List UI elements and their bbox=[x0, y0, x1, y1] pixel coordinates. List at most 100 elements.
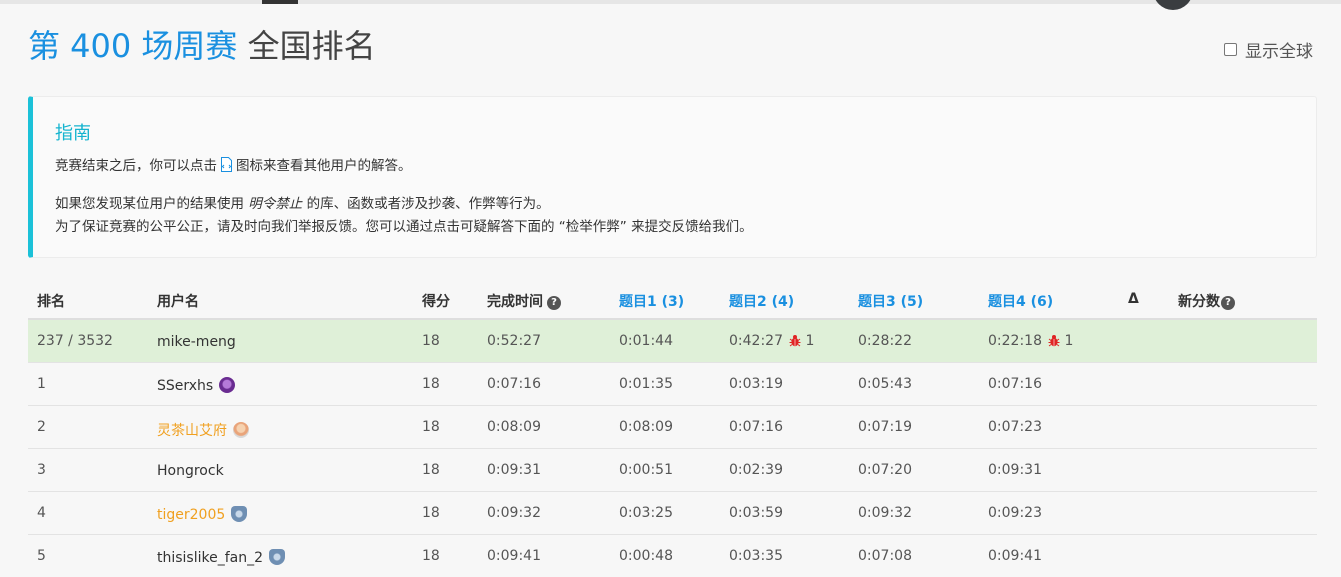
header-q2[interactable]: 题目2 (4) bbox=[729, 291, 794, 311]
finish-time-cell: 0:08:09 bbox=[487, 419, 541, 435]
header-finish-time-label: 完成时间 bbox=[487, 294, 543, 310]
header-new-rating: 新分数? bbox=[1178, 291, 1235, 311]
header-q3[interactable]: 题目3 (5) bbox=[858, 291, 923, 311]
guide-line-1: 竞赛结束之后，你可以点击 图标来查看其他用户的解答。 bbox=[55, 154, 412, 174]
q1-time-cell[interactable]: 0:01:44 bbox=[619, 333, 673, 349]
q4-time-cell[interactable]: 0:09:41 bbox=[988, 548, 1042, 564]
q4-time-cell[interactable]: 0:22:18 1 bbox=[988, 333, 1073, 349]
guide-title: 指南 bbox=[55, 123, 91, 144]
score-cell: 18 bbox=[422, 548, 440, 564]
knight-badge-icon bbox=[231, 506, 248, 522]
show-global-toggle[interactable]: 显示全球 bbox=[1224, 37, 1313, 62]
q3-time-cell[interactable]: 0:09:32 bbox=[858, 505, 912, 521]
ranking-table: 排名 用户名 得分 完成时间? 题目1 (3) 题目2 (4) 题目3 (5) … bbox=[28, 278, 1317, 577]
q3-time-cell[interactable]: 0:07:19 bbox=[858, 419, 912, 435]
q2-time-cell[interactable]: 0:03:19 bbox=[729, 376, 783, 392]
q1-time-cell[interactable]: 0:08:09 bbox=[619, 419, 673, 435]
q4-time: 0:22:18 bbox=[988, 333, 1042, 349]
q1-time-cell[interactable]: 0:01:35 bbox=[619, 376, 673, 392]
finish-time-cell: 0:07:16 bbox=[487, 376, 541, 392]
top-nav-strip bbox=[0, 0, 1341, 4]
table-header: 排名 用户名 得分 完成时间? 题目1 (3) 题目2 (4) 题目3 (5) … bbox=[28, 278, 1317, 320]
finish-time-cell: 0:52:27 bbox=[487, 333, 541, 349]
score-cell: 18 bbox=[422, 505, 440, 521]
q3-time-cell[interactable]: 0:07:20 bbox=[858, 462, 912, 478]
guide-line-2: 如果您发现某位用户的结果使用 明令禁止 的库、函数或者涉及抄袭、作弊等行为。 bbox=[55, 192, 550, 212]
username-link[interactable]: 灵茶山艾府 bbox=[157, 423, 227, 439]
q2-penalty-count: 1 bbox=[805, 333, 815, 349]
bug-icon bbox=[1048, 335, 1060, 347]
table-row: 5 thisislike_fan_2 18 0:09:41 0:00:48 0:… bbox=[28, 535, 1317, 577]
username-cell: thisislike_fan_2 bbox=[157, 549, 286, 566]
q2-time-cell[interactable]: 0:03:59 bbox=[729, 505, 783, 521]
q4-time-cell[interactable]: 0:09:23 bbox=[988, 505, 1042, 521]
score-cell: 18 bbox=[422, 419, 440, 435]
username-link[interactable]: SSerxhs bbox=[157, 378, 213, 394]
username-link[interactable]: Hongrock bbox=[157, 463, 224, 479]
q1-time-cell[interactable]: 0:00:51 bbox=[619, 462, 673, 478]
guardian-badge-icon bbox=[219, 377, 236, 393]
q4-penalty-count: 1 bbox=[1064, 333, 1074, 349]
help-icon[interactable]: ? bbox=[547, 296, 561, 310]
q2-time: 0:42:27 bbox=[729, 333, 783, 349]
q2-time-cell[interactable]: 0:02:39 bbox=[729, 462, 783, 478]
username-cell: SSerxhs bbox=[157, 377, 236, 394]
bug-icon bbox=[789, 335, 801, 347]
guide-line-2-end: 的库、函数或者涉及抄袭、作弊等行为。 bbox=[306, 196, 550, 212]
q1-time-cell[interactable]: 0:03:25 bbox=[619, 505, 673, 521]
finish-time-cell: 0:09:31 bbox=[487, 462, 541, 478]
header-rank: 排名 bbox=[37, 294, 65, 310]
page-title: 第 400 场周赛 全国排名 bbox=[28, 24, 376, 68]
table-row: 4 tiger2005 18 0:09:32 0:03:25 0:03:59 0… bbox=[28, 492, 1317, 535]
table-row: 2 灵茶山艾府 18 0:08:09 0:08:09 0:07:16 0:07:… bbox=[28, 406, 1317, 449]
help-icon[interactable]: ? bbox=[1221, 296, 1235, 310]
username-cell: tiger2005 bbox=[157, 506, 248, 523]
table-row: 1 SSerxhs 18 0:07:16 0:01:35 0:03:19 0:0… bbox=[28, 363, 1317, 406]
score-cell: 18 bbox=[422, 333, 440, 349]
user-avatar[interactable] bbox=[1153, 0, 1193, 10]
header-q4[interactable]: 题目4 (6) bbox=[988, 291, 1053, 311]
q3-time-cell[interactable]: 0:07:08 bbox=[858, 548, 912, 564]
q4-time-cell[interactable]: 0:07:23 bbox=[988, 419, 1042, 435]
guide-line-2-start: 如果您发现某位用户的结果使用 bbox=[55, 196, 244, 212]
rank-cell: 1 bbox=[37, 376, 46, 392]
username-link[interactable]: mike-meng bbox=[157, 334, 236, 350]
user-avatar-icon bbox=[233, 422, 249, 438]
header-q1[interactable]: 题目1 (3) bbox=[619, 291, 684, 311]
q1-time-cell[interactable]: 0:00:48 bbox=[619, 548, 673, 564]
rank-cell: 2 bbox=[37, 419, 46, 435]
q2-time-cell[interactable]: 0:07:16 bbox=[729, 419, 783, 435]
q4-time-cell[interactable]: 0:07:16 bbox=[988, 376, 1042, 392]
solution-file-icon bbox=[221, 157, 232, 172]
guide-line-3: 为了保证竞赛的公平公正，请及时向我们举报反馈。您可以通过点击可疑解答下面的 “检… bbox=[55, 219, 753, 235]
guide-line-1-end: 图标来查看其他用户的解答。 bbox=[236, 158, 412, 174]
q2-time-cell[interactable]: 0:42:27 1 bbox=[729, 333, 814, 349]
score-cell: 18 bbox=[422, 376, 440, 392]
header-delta: Δ bbox=[1128, 291, 1139, 307]
table-row: 3 Hongrock 18 0:09:31 0:00:51 0:02:39 0:… bbox=[28, 449, 1317, 492]
guide-forbidden-text: 明令禁止 bbox=[248, 196, 303, 212]
username-cell: 灵茶山艾府 bbox=[157, 420, 249, 440]
username-link[interactable]: tiger2005 bbox=[157, 507, 225, 523]
rank-cell: 237 / 3532 bbox=[37, 333, 113, 349]
knight-badge-icon bbox=[269, 549, 286, 565]
active-tab-indicator bbox=[262, 0, 298, 4]
username-link[interactable]: thisislike_fan_2 bbox=[157, 550, 263, 566]
q3-time-cell[interactable]: 0:05:43 bbox=[858, 376, 912, 392]
header-new-rating-label: 新分数 bbox=[1178, 294, 1220, 310]
finish-time-cell: 0:09:32 bbox=[487, 505, 541, 521]
header-username: 用户名 bbox=[157, 294, 199, 310]
score-cell: 18 bbox=[422, 462, 440, 478]
rank-cell: 4 bbox=[37, 505, 46, 521]
guide-panel: 指南 竞赛结束之后，你可以点击 图标来查看其他用户的解答。 如果您发现某位用户的结… bbox=[28, 96, 1317, 258]
finish-time-cell: 0:09:41 bbox=[487, 548, 541, 564]
show-global-checkbox[interactable] bbox=[1224, 43, 1237, 56]
show-global-label: 显示全球 bbox=[1245, 42, 1313, 62]
q3-time-cell[interactable]: 0:28:22 bbox=[858, 333, 912, 349]
contest-name-link[interactable]: 第 400 场周赛 bbox=[28, 27, 237, 65]
header-score: 得分 bbox=[422, 294, 450, 310]
q4-time-cell[interactable]: 0:09:31 bbox=[988, 462, 1042, 478]
table-row-me: 237 / 3532 mike-meng 18 0:52:27 0:01:44 … bbox=[28, 320, 1317, 363]
q2-time-cell[interactable]: 0:03:35 bbox=[729, 548, 783, 564]
page-title-suffix: 全国排名 bbox=[247, 27, 376, 65]
